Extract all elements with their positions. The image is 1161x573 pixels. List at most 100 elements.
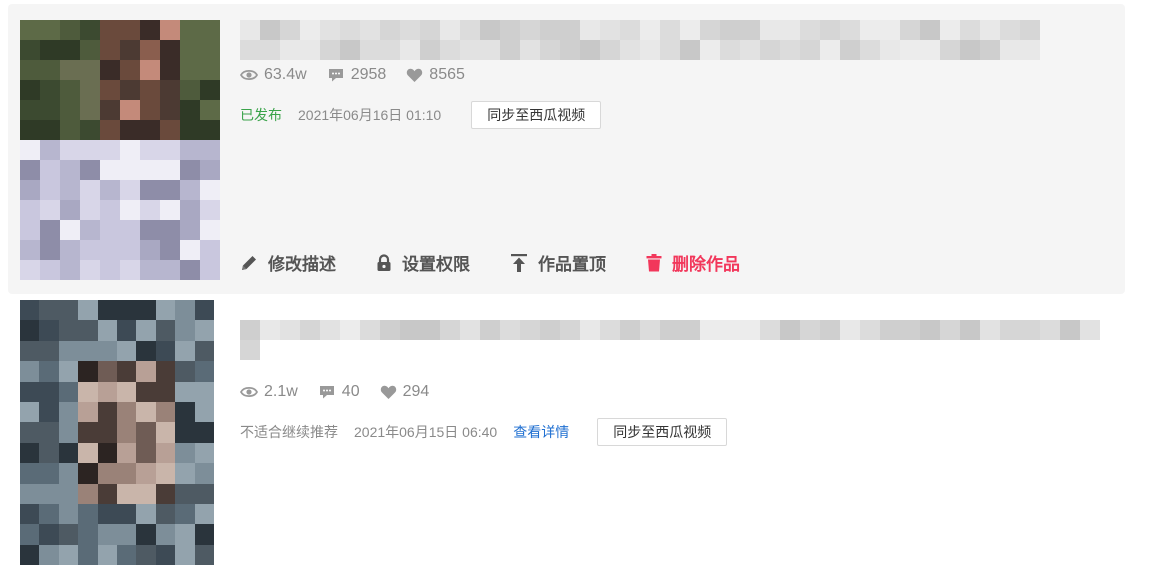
mosaic-pixel xyxy=(40,100,60,120)
mosaic-pixel xyxy=(136,503,156,525)
video-thumbnail-blurred[interactable] xyxy=(20,20,220,280)
video-actions: 修改描述 设置权限 作品置顶 删除作品 xyxy=(240,250,780,275)
mosaic-pixel xyxy=(100,140,120,160)
mosaic-pixel xyxy=(140,260,160,280)
mosaic-pixel xyxy=(160,140,180,160)
mosaic-pixel xyxy=(194,300,214,321)
video-title-blurred[interactable] xyxy=(240,320,1100,360)
mosaic-pixel xyxy=(97,300,117,321)
mosaic-pixel xyxy=(136,483,156,504)
title-blur-block xyxy=(940,320,960,340)
mosaic-pixel xyxy=(80,40,100,60)
video-title-blurred[interactable] xyxy=(240,20,1040,60)
mosaic-pixel xyxy=(20,40,40,60)
title-blur-block xyxy=(1040,320,1060,340)
mosaic-pixel xyxy=(140,40,160,60)
mosaic-pixel xyxy=(175,544,195,565)
title-blur-block xyxy=(440,40,460,60)
mosaic-pixel xyxy=(140,120,160,140)
set-permission-button[interactable]: 设置权限 xyxy=(376,250,470,275)
mosaic-pixel xyxy=(194,483,214,504)
title-blur-block xyxy=(400,40,420,60)
mosaic-pixel xyxy=(155,300,176,321)
mosaic-pixel xyxy=(200,60,220,80)
mosaic-pixel xyxy=(40,120,60,140)
mosaic-pixel xyxy=(20,544,40,565)
mosaic-pixel xyxy=(39,401,59,423)
mosaic-pixel xyxy=(140,180,160,200)
mosaic-pixel xyxy=(80,200,100,220)
title-blur-block xyxy=(740,40,760,60)
edit-description-label: 修改描述 xyxy=(268,255,336,274)
mosaic-pixel xyxy=(155,422,176,443)
mosaic-pixel xyxy=(39,381,59,402)
mosaic-pixel xyxy=(160,40,180,60)
mosaic-pixel xyxy=(100,40,120,60)
title-blur-block xyxy=(500,20,520,40)
title-blur-block xyxy=(540,20,560,40)
mosaic-pixel xyxy=(120,120,140,140)
title-blur-block xyxy=(760,40,780,60)
title-blur-block xyxy=(240,20,260,40)
mosaic-pixel xyxy=(180,100,200,120)
mosaic-pixel xyxy=(58,300,79,321)
mosaic-pixel xyxy=(200,100,220,120)
status-badge: 不适合继续推荐 xyxy=(240,424,338,440)
title-blur-block xyxy=(400,20,420,40)
sync-xigua-button[interactable]: 同步至西瓜视频 xyxy=(471,101,602,129)
sync-xigua-button[interactable]: 同步至西瓜视频 xyxy=(597,418,728,446)
mosaic-pixel xyxy=(155,503,176,525)
mosaic-pixel xyxy=(100,160,120,180)
pin-top-icon xyxy=(511,253,527,272)
video-thumbnail-blurred[interactable] xyxy=(20,300,214,565)
mosaic-pixel xyxy=(120,220,140,240)
mosaic-pixel xyxy=(194,381,214,402)
edit-description-button[interactable]: 修改描述 xyxy=(240,250,336,275)
mosaic-pixel xyxy=(180,20,200,40)
title-blur-block xyxy=(340,20,360,40)
mosaic-pixel xyxy=(160,20,180,40)
mosaic-pixel xyxy=(100,260,120,280)
views-count: 2.1w xyxy=(264,383,298,400)
delete-video-button[interactable]: 删除作品 xyxy=(646,250,740,275)
title-blur-block xyxy=(640,320,660,340)
views-stat: 63.4w xyxy=(240,66,307,84)
mosaic-pixel xyxy=(120,180,140,200)
title-blur-block xyxy=(540,320,560,340)
likes-count: 294 xyxy=(402,383,430,400)
mosaic-pixel xyxy=(97,503,117,525)
video-meta: 已发布 2021年06月16日 01:10 同步至西瓜视频 xyxy=(240,101,602,129)
mosaic-pixel xyxy=(39,422,59,443)
title-blur-block xyxy=(1020,20,1040,40)
title-blur-block xyxy=(620,320,640,340)
mosaic-pixel xyxy=(116,503,137,525)
title-blur-block xyxy=(440,320,460,340)
mosaic-pixel xyxy=(116,320,137,341)
mosaic-pixel xyxy=(58,320,79,341)
title-blur-block xyxy=(600,40,620,60)
mosaic-pixel xyxy=(180,180,200,200)
title-blur-block xyxy=(1020,40,1040,60)
mosaic-pixel xyxy=(60,40,80,60)
mosaic-pixel xyxy=(80,260,100,280)
title-blur-block xyxy=(780,20,800,40)
mosaic-pixel xyxy=(40,40,60,60)
pin-to-top-button[interactable]: 作品置顶 xyxy=(510,250,606,275)
title-blur-block xyxy=(420,40,440,60)
mosaic-pixel xyxy=(60,220,80,240)
mosaic-pixel xyxy=(39,503,59,525)
title-blur-block xyxy=(860,40,880,60)
title-blur-block xyxy=(920,40,940,60)
view-details-link[interactable]: 查看详情 xyxy=(513,422,569,442)
mosaic-pixel xyxy=(200,160,220,180)
mosaic-pixel xyxy=(136,361,156,382)
mosaic-pixel xyxy=(20,260,40,280)
mosaic-pixel xyxy=(20,120,40,140)
mosaic-pixel xyxy=(120,160,140,180)
mosaic-pixel xyxy=(40,80,60,100)
mosaic-pixel xyxy=(140,160,160,180)
mosaic-pixel xyxy=(175,381,195,402)
title-blur-block xyxy=(900,20,920,40)
title-blur-block xyxy=(540,40,560,60)
mosaic-pixel xyxy=(100,240,120,260)
